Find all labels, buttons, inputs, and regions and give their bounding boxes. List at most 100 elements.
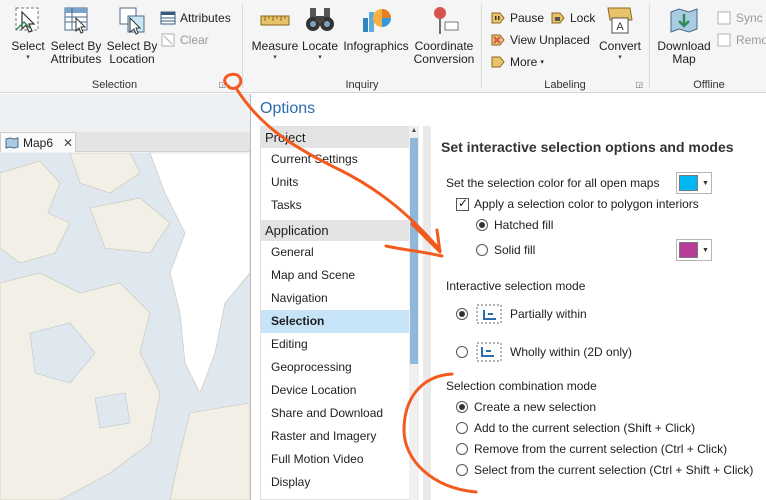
infographics-button[interactable]: Infographics bbox=[342, 4, 410, 53]
lock-label: Lock bbox=[570, 11, 596, 25]
selection-settings-panel: Set interactive selection options and mo… bbox=[431, 126, 766, 500]
map-tab[interactable]: Map6 ✕ bbox=[0, 132, 76, 152]
convert-button[interactable]: A Convert ▾ bbox=[596, 4, 644, 62]
select-by-location-button[interactable]: Select By Location bbox=[106, 4, 158, 66]
nav-item-map-and-scene[interactable]: Map and Scene bbox=[261, 264, 417, 287]
hatched-fill-label: Hatched fill bbox=[494, 218, 554, 232]
clear-label: Clear bbox=[180, 33, 209, 47]
chevron-down-icon: ▾ bbox=[618, 54, 622, 61]
nav-item-selection[interactable]: Selection bbox=[261, 310, 417, 333]
map-basemap bbox=[0, 153, 250, 500]
combination-label-remove: Remove from the current selection (Ctrl … bbox=[474, 442, 728, 456]
combination-radio-remove[interactable] bbox=[456, 443, 468, 455]
combination-option-select-from[interactable]: Select from the current selection (Ctrl … bbox=[456, 463, 753, 477]
apply-polygon-row[interactable]: Apply a selection color to polygon inter… bbox=[456, 196, 699, 211]
nav-item-tasks[interactable]: Tasks bbox=[261, 194, 417, 217]
nav-scrollbar[interactable]: ▲ bbox=[409, 126, 419, 500]
selection-color-swatch bbox=[679, 175, 698, 191]
solid-fill-option[interactable]: Solid fill bbox=[476, 243, 535, 257]
map-canvas[interactable] bbox=[0, 153, 250, 500]
nav-item-device-location[interactable]: Device Location bbox=[261, 379, 417, 402]
combination-option-remove[interactable]: Remove from the current selection (Ctrl … bbox=[456, 442, 727, 456]
unplaced-label-icon bbox=[491, 34, 505, 46]
combination-radio-new[interactable] bbox=[456, 401, 468, 413]
selection-color-picker[interactable]: ▼ bbox=[676, 172, 712, 194]
sync-button[interactable]: Sync bbox=[716, 8, 763, 28]
nav-item-raster-and-imagery[interactable]: Raster and Imagery bbox=[261, 425, 417, 448]
nav-header-project: Project bbox=[261, 127, 417, 148]
nav-item-full-motion-video[interactable]: Full Motion Video bbox=[261, 448, 417, 471]
measure-label: Measure bbox=[251, 39, 299, 53]
clear-button[interactable]: Clear bbox=[160, 30, 209, 50]
chevron-down-icon: ▼ bbox=[702, 179, 709, 187]
apply-polygon-label: Apply a selection color to polygon inter… bbox=[474, 197, 699, 211]
map-pin-icon bbox=[434, 7, 459, 34]
lock-labeling-button[interactable]: Lock bbox=[550, 8, 595, 28]
map-tab-label: Map6 bbox=[23, 135, 54, 150]
select-icon bbox=[15, 7, 39, 33]
partially-within-option[interactable]: Partially within bbox=[456, 302, 587, 326]
scrollbar-thumb[interactable] bbox=[410, 138, 418, 364]
solid-fill-radio[interactable] bbox=[476, 244, 488, 256]
selection-group-label: Selection bbox=[91, 79, 138, 91]
coordinate-conversion-button[interactable]: Coordinate Conversion bbox=[412, 4, 476, 66]
nav-item-navigation[interactable]: Navigation bbox=[261, 287, 417, 310]
offline-group-label: Offline bbox=[693, 79, 725, 91]
pause-label: Pause bbox=[510, 11, 545, 25]
view-unplaced-button[interactable]: View Unplaced bbox=[490, 30, 590, 50]
options-nav: Project Current Settings Units Tasks App… bbox=[260, 126, 418, 500]
nav-item-geoprocessing[interactable]: Geoprocessing bbox=[261, 356, 417, 379]
nav-item-share-and-download[interactable]: Share and Download bbox=[261, 402, 417, 425]
measure-button[interactable]: Measure ▾ bbox=[250, 4, 300, 62]
dialog-launcher-icon[interactable]: ◲ bbox=[218, 80, 226, 89]
lock-icon bbox=[551, 12, 565, 24]
hatched-fill-radio[interactable] bbox=[476, 219, 488, 231]
combination-option-new[interactable]: Create a new selection bbox=[456, 400, 596, 414]
view-unplaced-label: View Unplaced bbox=[510, 33, 590, 47]
selection-group: Select ▾ Select By Attributes Select By … bbox=[0, 0, 231, 93]
infographics-label: Infographics bbox=[343, 39, 409, 53]
hatched-fill-option[interactable]: Hatched fill bbox=[476, 218, 553, 232]
select-button[interactable]: Select ▾ bbox=[6, 4, 50, 62]
inquiry-group-label: Inquiry bbox=[345, 79, 379, 91]
group-divider bbox=[242, 4, 243, 88]
dialog-launcher-icon[interactable]: ◲ bbox=[635, 80, 643, 89]
labeling-group: Pause Lock View Unplaced More ▾ A Conver… bbox=[484, 0, 646, 93]
wholly-within-radio[interactable] bbox=[456, 346, 468, 358]
nav-item-editing[interactable]: Editing bbox=[261, 333, 417, 356]
dialog-title: Options bbox=[260, 100, 316, 117]
apply-polygon-checkbox[interactable] bbox=[456, 196, 469, 211]
remove-button[interactable]: Remo bbox=[716, 30, 766, 50]
wholly-within-icon bbox=[476, 342, 502, 362]
wholly-within-label: Wholly within (2D only) bbox=[510, 345, 633, 359]
scroll-up-icon[interactable]: ▲ bbox=[409, 127, 419, 134]
attributes-button[interactable]: Attributes bbox=[160, 8, 231, 28]
nav-item-current-settings[interactable]: Current Settings bbox=[261, 148, 417, 171]
wholly-within-option[interactable]: Wholly within (2D only) bbox=[456, 340, 632, 364]
combination-label-select-from: Select from the current selection (Ctrl … bbox=[474, 463, 754, 477]
select-label: Select bbox=[11, 39, 45, 53]
nav-header-application: Application bbox=[261, 220, 417, 241]
combination-radio-select-from[interactable] bbox=[456, 464, 468, 476]
solid-fill-color-swatch bbox=[679, 242, 698, 258]
label-more-icon bbox=[491, 56, 505, 68]
chevron-down-icon: ▾ bbox=[540, 59, 544, 66]
nav-item-general[interactable]: General bbox=[261, 241, 417, 264]
pause-labeling-button[interactable]: Pause bbox=[490, 8, 544, 28]
locate-button[interactable]: Locate ▾ bbox=[300, 4, 340, 62]
table-icon bbox=[160, 11, 176, 25]
select-by-attributes-button[interactable]: Select By Attributes bbox=[50, 4, 102, 66]
pane-divider bbox=[423, 126, 431, 500]
combination-radio-add[interactable] bbox=[456, 422, 468, 434]
download-map-button[interactable]: Download Map bbox=[656, 4, 712, 66]
nav-item-display[interactable]: Display bbox=[261, 471, 417, 494]
nav-item-units[interactable]: Units bbox=[261, 171, 417, 194]
binoculars-icon bbox=[306, 8, 334, 31]
more-labeling-button[interactable]: More ▾ bbox=[490, 52, 544, 72]
partially-within-radio[interactable] bbox=[456, 308, 468, 320]
combination-option-add[interactable]: Add to the current selection (Shift + Cl… bbox=[456, 421, 695, 435]
close-icon[interactable]: ✕ bbox=[63, 136, 73, 150]
solid-fill-color-picker[interactable]: ▼ bbox=[676, 239, 712, 261]
select-by-location-label-2: Location bbox=[109, 52, 155, 66]
partially-within-label: Partially within bbox=[510, 307, 587, 321]
